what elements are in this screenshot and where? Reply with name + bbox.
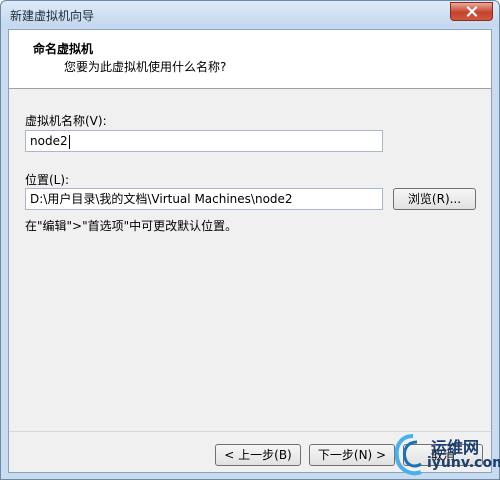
back-button[interactable]: < 上一步(B) xyxy=(215,444,301,466)
window-title: 新建虚拟机向导 xyxy=(10,9,95,23)
close-icon xyxy=(466,6,477,17)
footer-divider xyxy=(9,431,491,432)
wizard-window: 新建虚拟机向导 命名虚拟机 您要为此虚拟机使用什么名称? 虚拟机名称(V): n… xyxy=(0,0,500,480)
next-button[interactable]: 下一步(N) > xyxy=(309,444,395,466)
vm-name-value: node2 xyxy=(30,134,68,148)
page-subtitle: 您要为此虚拟机使用什么名称? xyxy=(64,60,227,74)
browse-button[interactable]: 浏览(R)... xyxy=(393,188,476,210)
location-label: 位置(L): xyxy=(25,173,70,187)
page-title: 命名虚拟机 xyxy=(33,42,94,56)
cancel-button[interactable]: 取消 xyxy=(403,444,483,466)
location-input[interactable]: D:\用户目录\我的文档\Virtual Machines\node2 xyxy=(25,188,383,210)
wizard-client-area: 命名虚拟机 您要为此虚拟机使用什么名称? 虚拟机名称(V): node2 位置(… xyxy=(8,29,492,473)
location-hint: 在"编辑">"首选项"中可更改默认位置。 xyxy=(25,219,238,233)
location-value: D:\用户目录\我的文档\Virtual Machines\node2 xyxy=(30,192,293,206)
close-button[interactable] xyxy=(450,2,493,21)
vm-name-input[interactable]: node2 xyxy=(25,130,383,152)
title-bar[interactable]: 新建虚拟机向导 xyxy=(1,1,499,27)
vm-name-label: 虚拟机名称(V): xyxy=(25,114,107,128)
text-cursor xyxy=(68,134,70,149)
wizard-header: 命名虚拟机 您要为此虚拟机使用什么名称? xyxy=(9,30,491,89)
